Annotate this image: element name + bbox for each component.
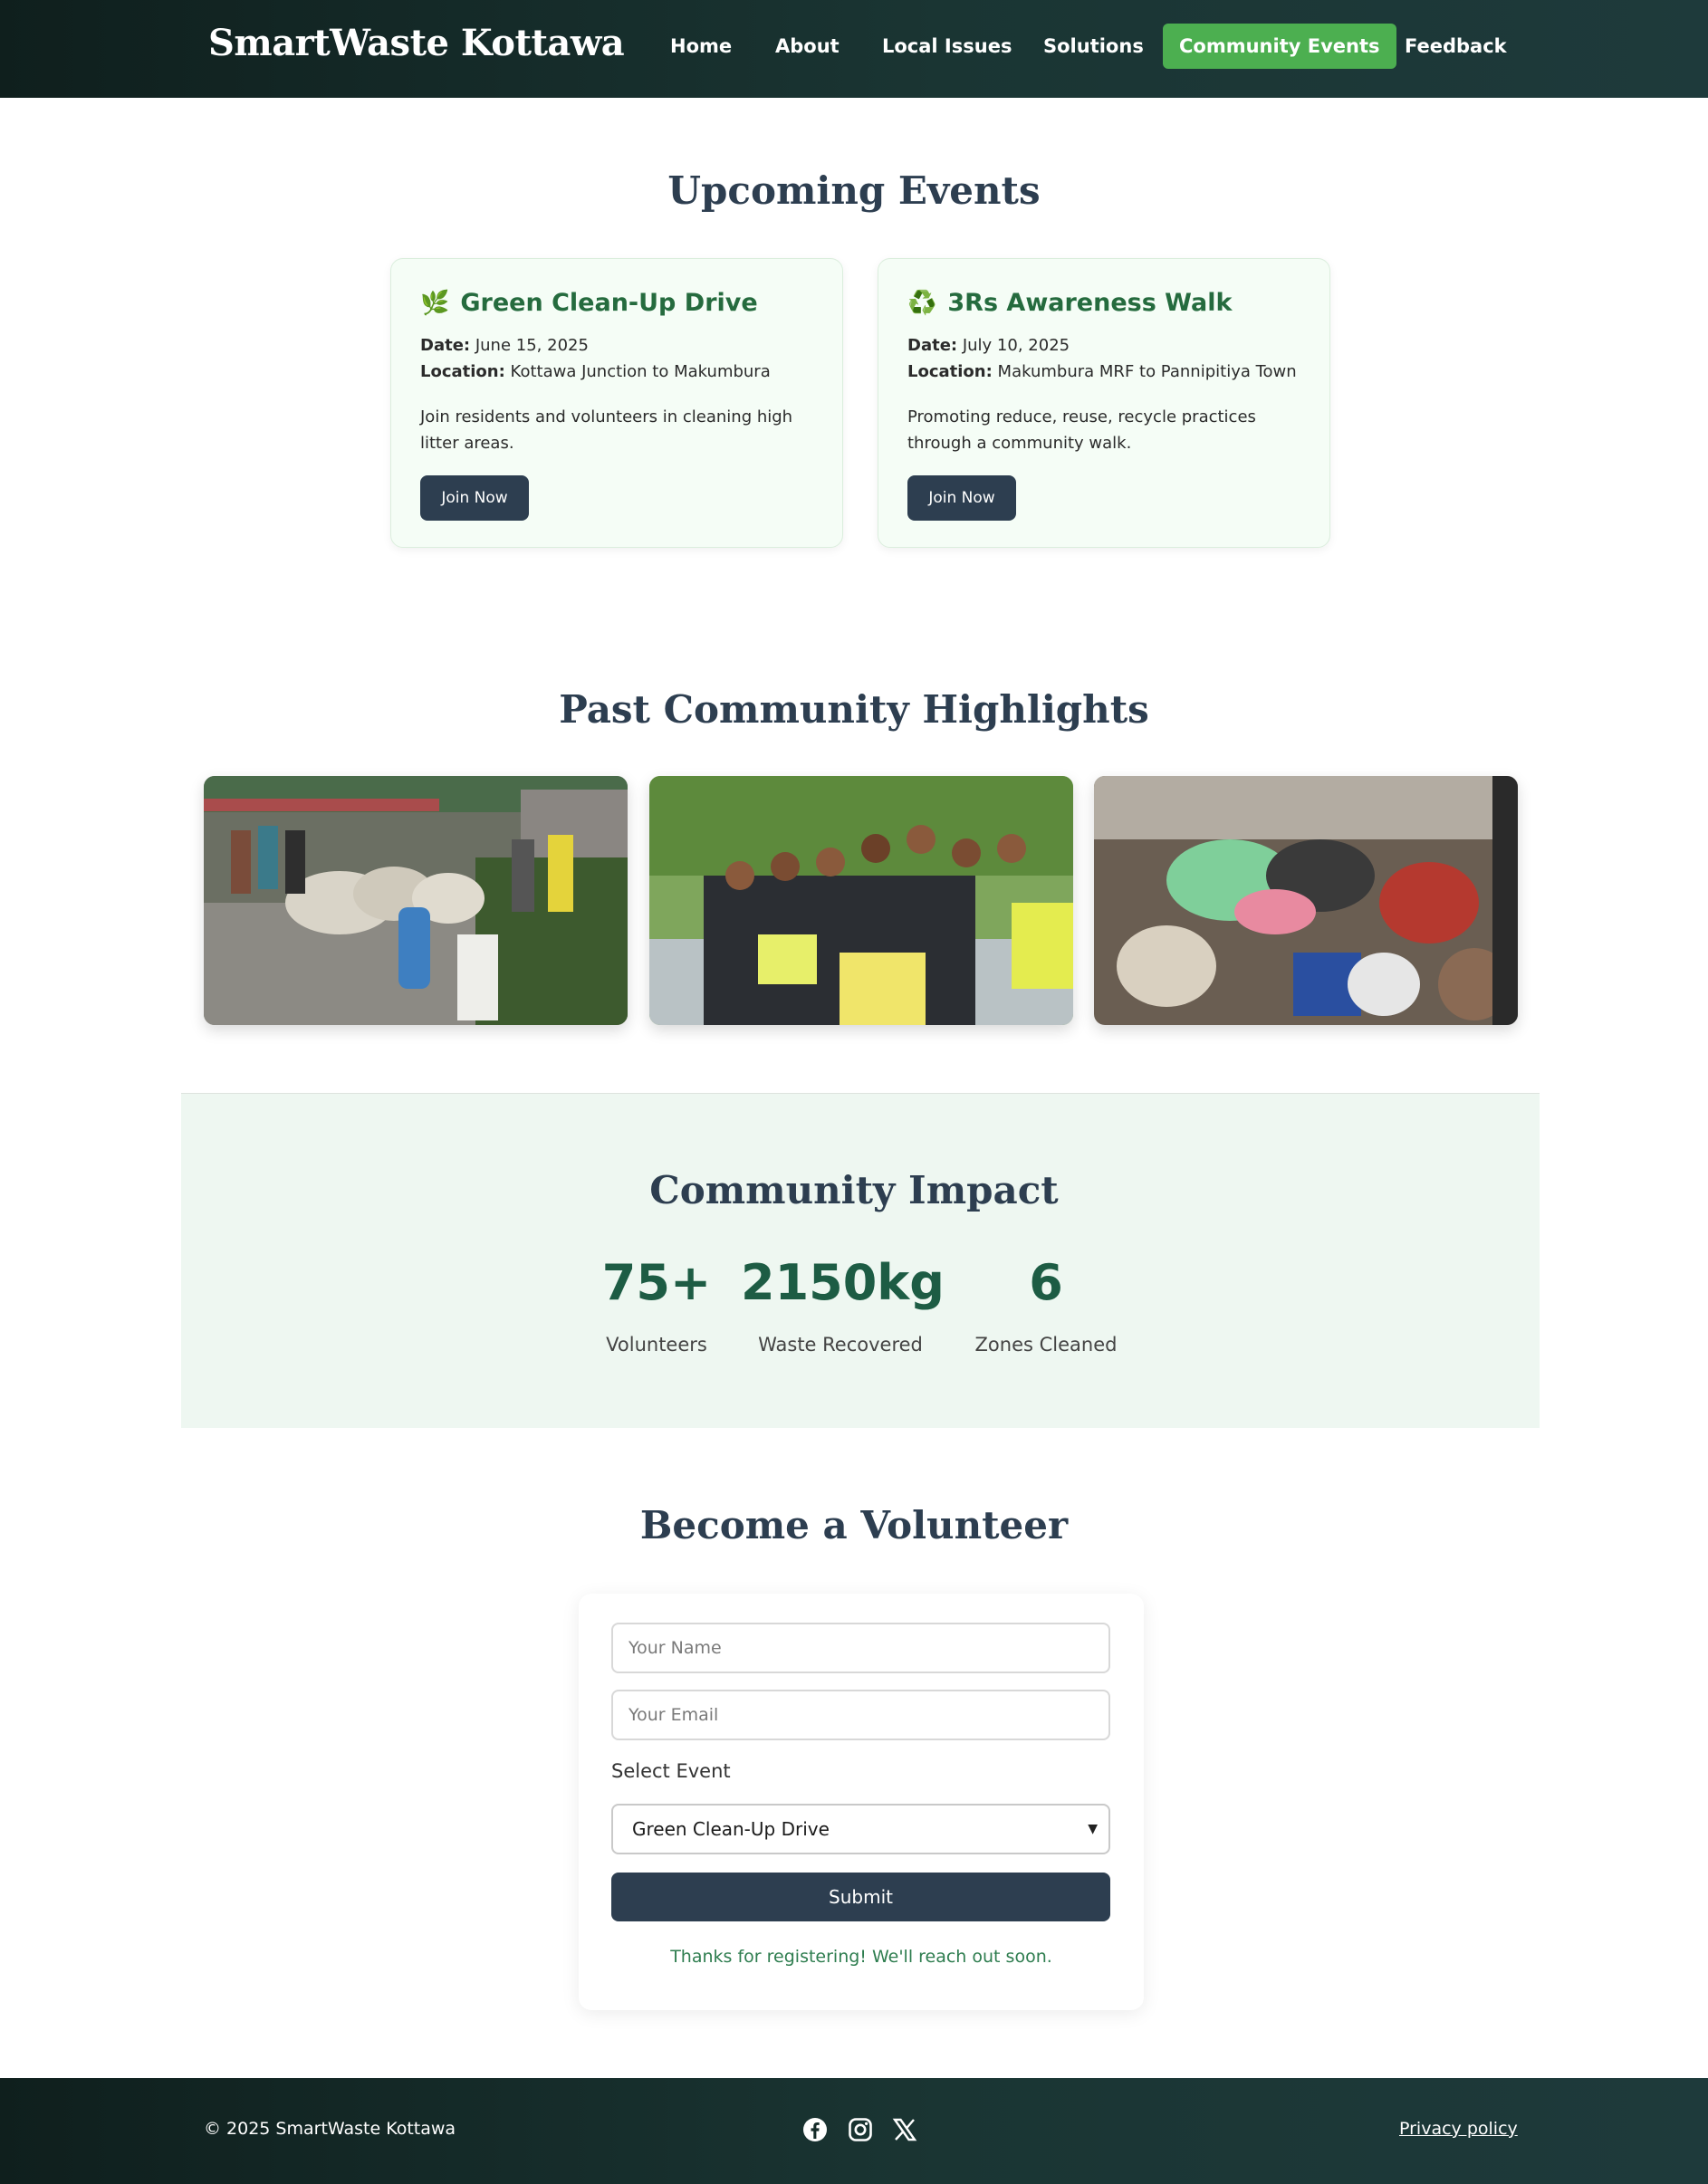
event-title: ♻️ 3Rs Awareness Walk: [907, 289, 1232, 317]
event-select[interactable]: Green Clean-Up Drive ▼: [611, 1804, 1110, 1854]
event-location-label: Location:: [907, 362, 993, 381]
event-location: Location: Kottawa Junction to Makumbura: [420, 362, 771, 381]
facebook-icon[interactable]: [802, 2117, 828, 2142]
stat-zones-value: 6: [1029, 1254, 1063, 1311]
stat-waste-label: Waste Recovered: [758, 1334, 923, 1355]
nav-feedback[interactable]: Feedback: [1388, 24, 1523, 69]
upcoming-events-title: Upcoming Events: [667, 168, 1041, 213]
select-event-label: Select Event: [611, 1760, 731, 1782]
leaf-icon: 🌿: [420, 290, 450, 317]
event-card: ♻️ 3Rs Awareness Walk Date: July 10, 2025…: [878, 258, 1330, 548]
event-location: Location: Makumbura MRF to Pannipitiya T…: [907, 362, 1297, 381]
event-title-text: 3Rs Awareness Walk: [947, 289, 1233, 317]
submit-button[interactable]: Submit: [611, 1873, 1110, 1921]
impact-title: Community Impact: [649, 1168, 1059, 1212]
footer-copyright: © 2025 SmartWaste Kottawa: [204, 2119, 456, 2139]
event-date: Date: July 10, 2025: [907, 336, 1070, 355]
x-icon[interactable]: [892, 2117, 917, 2142]
highlight-photo-sorted-waste: [1094, 776, 1518, 1025]
event-description: Join residents and volunteers in cleanin…: [420, 407, 793, 453]
event-date-label: Date:: [420, 336, 471, 355]
stat-volunteers-label: Volunteers: [606, 1334, 707, 1355]
highlight-photo-cleanup-crowd: [204, 776, 628, 1025]
email-input[interactable]: Your Email: [611, 1690, 1110, 1740]
recycle-icon: ♻️: [907, 290, 937, 317]
nav-solutions[interactable]: Solutions: [1027, 24, 1160, 69]
event-title-text: Green Clean-Up Drive: [460, 289, 758, 317]
event-title: 🌿 Green Clean-Up Drive: [420, 289, 758, 317]
join-now-button[interactable]: Join Now: [420, 475, 529, 521]
stat-volunteers-value: 75+: [601, 1254, 712, 1311]
event-card: 🌿 Green Clean-Up Drive Date: June 15, 202…: [390, 258, 843, 548]
highlights-title: Past Community Highlights: [559, 687, 1149, 732]
event-date-value: June 15, 2025: [475, 336, 589, 355]
nav-about[interactable]: About: [759, 24, 856, 69]
join-now-button[interactable]: Join Now: [907, 475, 1016, 521]
nav-home[interactable]: Home: [654, 24, 748, 69]
chevron-down-icon: ▼: [1088, 1822, 1098, 1836]
brand-logo[interactable]: SmartWaste Kottawa: [208, 18, 625, 69]
stat-waste-value: 2150kg: [741, 1254, 945, 1311]
event-location-label: Location:: [420, 362, 505, 381]
event-date-value: July 10, 2025: [962, 336, 1070, 355]
instagram-icon[interactable]: [848, 2117, 873, 2142]
event-date: Date: June 15, 2025: [420, 336, 589, 355]
nav-community-events[interactable]: Community Events: [1163, 24, 1396, 69]
highlight-photo-volunteer-group: [649, 776, 1073, 1025]
registration-confirmation: Thanks for registering! We'll reach out …: [670, 1947, 1052, 1967]
privacy-policy-link[interactable]: Privacy policy: [1399, 2119, 1518, 2139]
event-description: Promoting reduce, reuse, recycle practic…: [907, 407, 1256, 453]
name-input[interactable]: Your Name: [611, 1623, 1110, 1673]
event-select-value: Green Clean-Up Drive: [632, 1818, 830, 1840]
event-date-label: Date:: [907, 336, 958, 355]
nav-local-issues[interactable]: Local Issues: [866, 24, 1028, 69]
event-location-value: Kottawa Junction to Makumbura: [510, 362, 771, 381]
volunteer-title: Become a Volunteer: [639, 1503, 1069, 1547]
stat-zones-label: Zones Cleaned: [974, 1334, 1118, 1355]
event-location-value: Makumbura MRF to Pannipitiya Town: [997, 362, 1297, 381]
